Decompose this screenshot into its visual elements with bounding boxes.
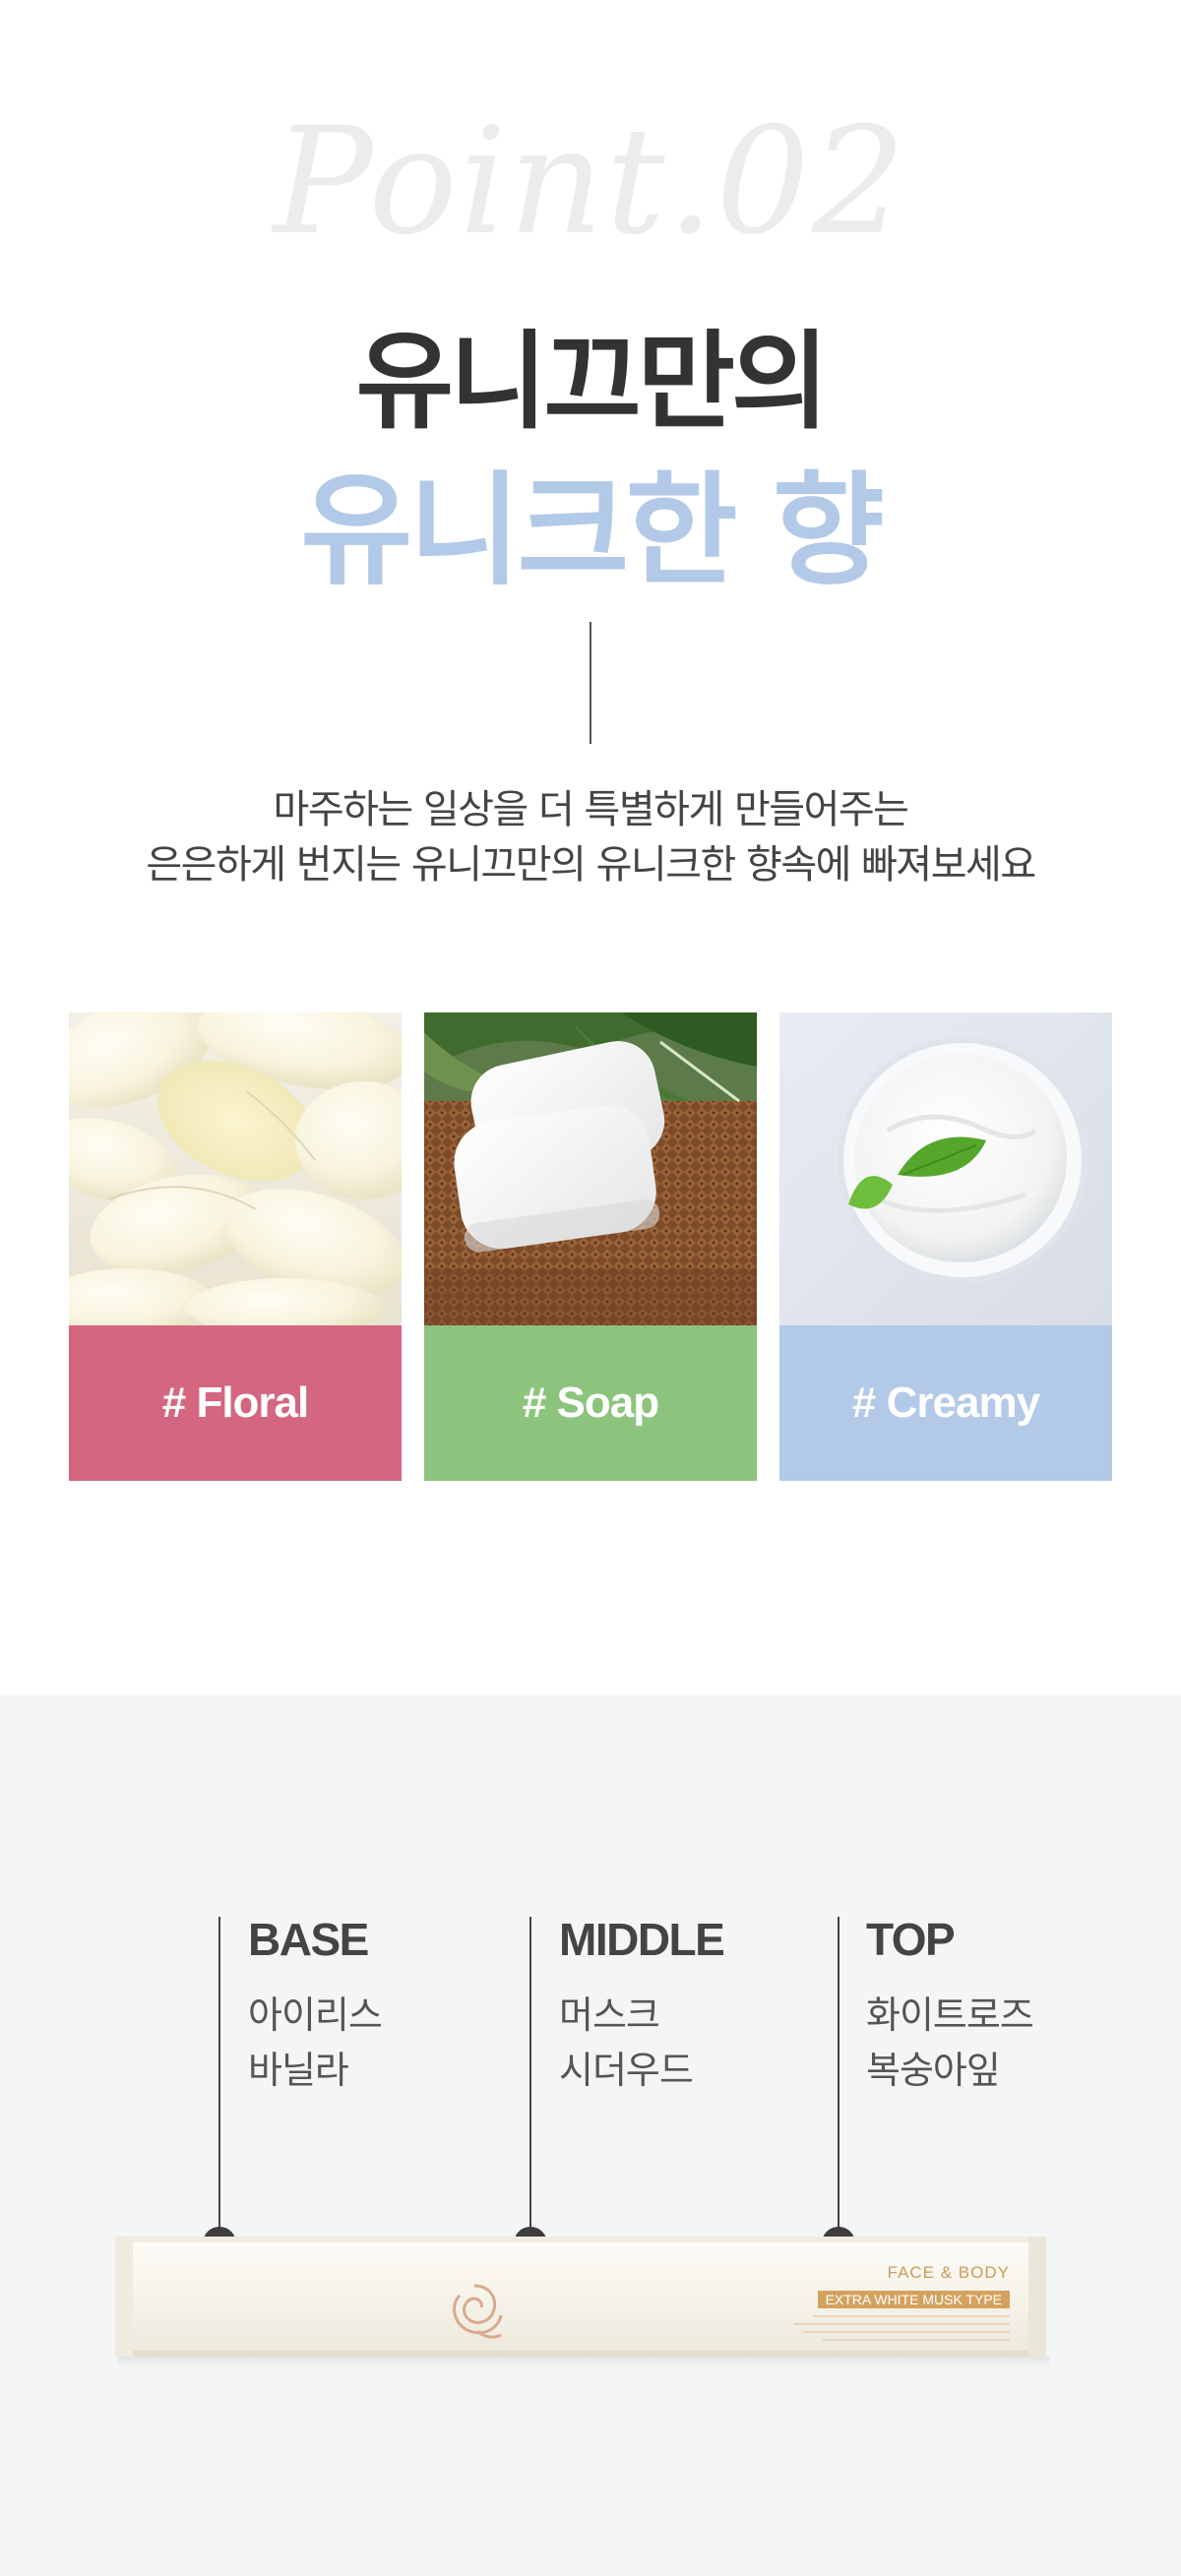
base-note-line [218, 1917, 220, 2268]
base-note-title: BASE [248, 1914, 369, 1965]
top-note-line [838, 1917, 839, 2268]
middle-note-title: MIDDLE [559, 1914, 725, 1965]
description: 마주하는 일상을 더 특별하게 만들어주는 은은하게 번지는 유니끄만의 유니크… [0, 782, 1181, 892]
scent-label-soap: # Soap [424, 1325, 757, 1481]
product-box-fine-print-1 [813, 2315, 1010, 2317]
product-box-type-band: EXTRA WHITE MUSK TYPE [817, 2291, 1010, 2308]
scent-cards: # Floral # Soap # Creamy [69, 1012, 1112, 1481]
scent-label-creamy: # Creamy [779, 1325, 1112, 1481]
scent-card-soap: # Soap [424, 1012, 757, 1481]
scent-card-floral: # Floral [69, 1012, 402, 1481]
top-note-item-2: 복숭아잎 [866, 2049, 1001, 2092]
point-script-title: Point.02 [273, 96, 908, 268]
description-line-1: 마주하는 일상을 더 특별하게 만들어주는 [273, 787, 909, 832]
product-box-fine-print-3 [803, 2331, 1010, 2333]
fragrance-notes-section: BASE 아이리스 바닐라 MIDDLE 머스크 시더우드 TOP 화이트로즈 … [0, 1695, 1181, 2576]
middle-note-line [529, 1917, 531, 2268]
product-box-image: FACE & BODY EXTRA WHITE MUSK TYPE [115, 2237, 1046, 2357]
top-note-item-1: 화이트로즈 [866, 1993, 1034, 2037]
point-section: Point.02 유니끄만의 유니크한 향 마주하는 일상을 더 특별하게 만들… [0, 0, 1181, 1695]
headline-line-2: 유니크한 향 [300, 460, 885, 602]
base-note-item-2: 바닐라 [248, 2049, 349, 2092]
vertical-divider [590, 622, 591, 744]
base-note-item-1: 아이리스 [248, 1993, 383, 2037]
cream-bowl-image [779, 1012, 1112, 1325]
product-shadow [118, 2357, 1049, 2366]
product-box-fine-print-2 [793, 2323, 1010, 2325]
description-line-2: 은은하게 번지는 유니끄만의 유니크한 향속에 빠져보세요 [146, 842, 1036, 888]
middle-note-item-1: 머스크 [559, 1993, 660, 2037]
headline-line-1: 유니끄만의 [355, 321, 830, 444]
scent-label-floral: # Floral [69, 1325, 402, 1481]
middle-note-item-2: 시더우드 [559, 2049, 694, 2092]
scent-card-creamy: # Creamy [779, 1012, 1112, 1481]
white-rose-petals-image [69, 1012, 402, 1325]
top-note-title: TOP [866, 1914, 956, 1965]
white-soap-bars-image [424, 1012, 757, 1325]
product-box-fine-print-4 [823, 2339, 1010, 2341]
rose-logo-icon [440, 2276, 509, 2345]
product-box-face-body: FACE & BODY [887, 2263, 1010, 2282]
